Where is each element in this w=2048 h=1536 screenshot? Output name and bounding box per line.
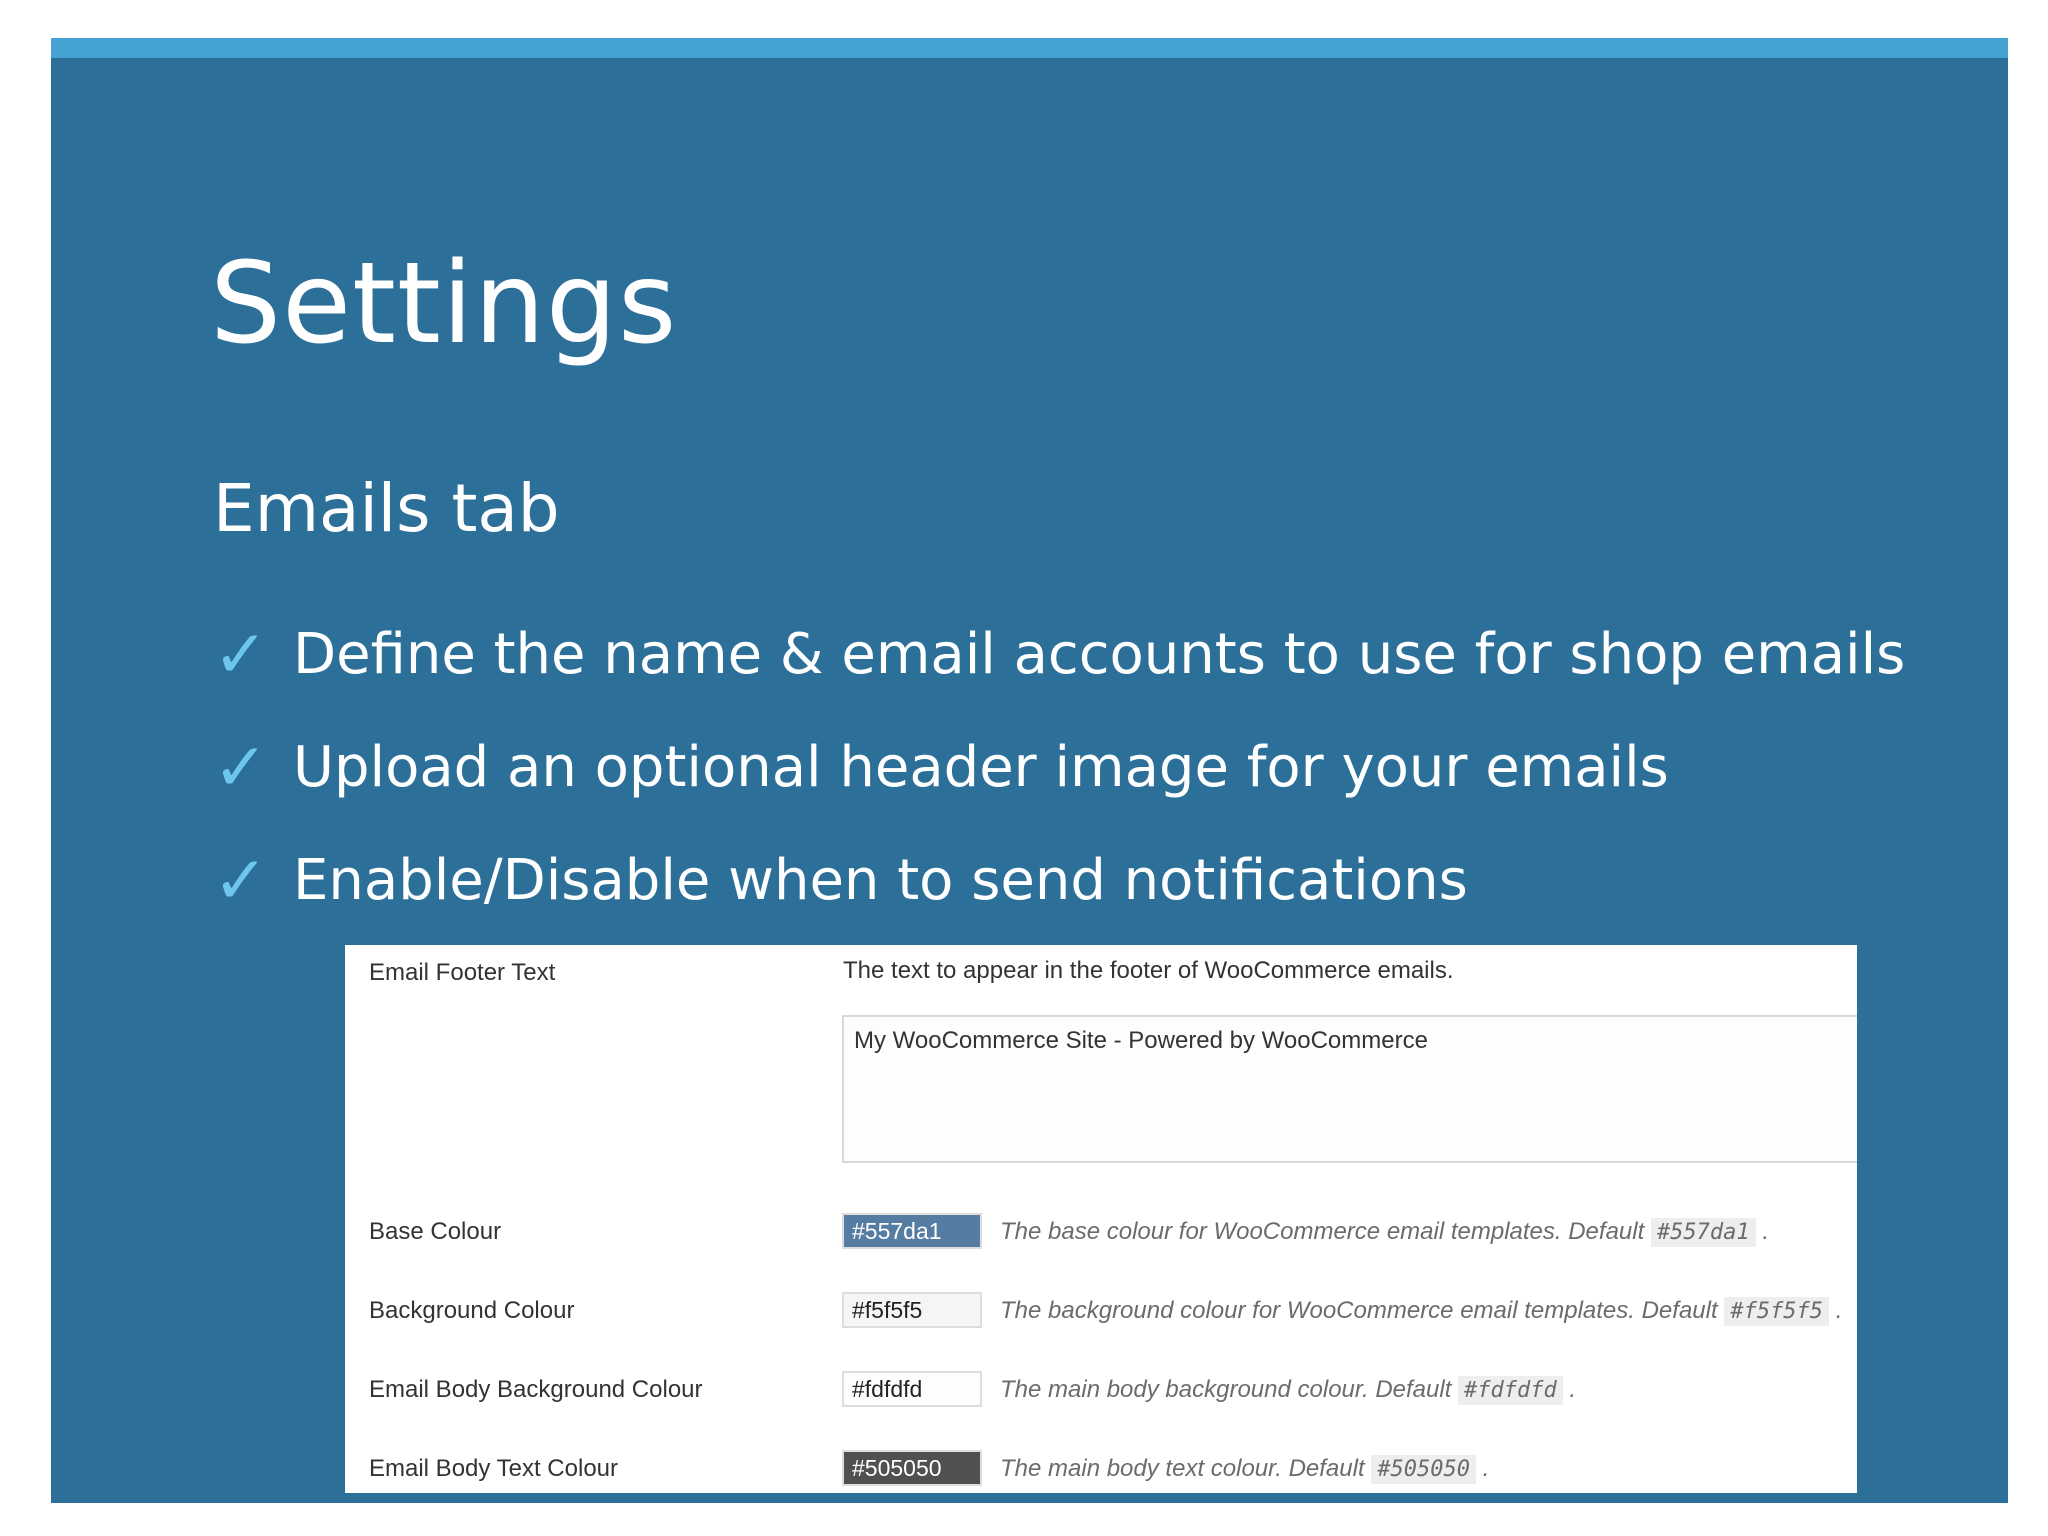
checkmark-icon: ✓ — [213, 728, 269, 806]
checkmark-icon: ✓ — [213, 615, 269, 693]
slide: Settings Emails tab ✓ Define the name & … — [51, 38, 2008, 1503]
slide-subtitle: Emails tab — [213, 470, 560, 547]
default-value-code: #557da1 — [1650, 1218, 1756, 1247]
body-text-colour-description: The main body text colour. Default #5050… — [1000, 1455, 1490, 1484]
default-value-code: #f5f5f5 — [1724, 1297, 1830, 1326]
footer-text-help: The text to appear in the footer of WooC… — [843, 957, 1454, 984]
background-colour-label: Background Colour — [369, 1297, 575, 1324]
bullet-text: Define the name & email accounts to use … — [293, 622, 1906, 687]
footer-text-label: Email Footer Text — [369, 959, 556, 986]
base-colour-input[interactable]: #557da1 — [842, 1213, 982, 1249]
bullet-text: Upload an optional header image for your… — [293, 735, 1669, 800]
body-text-colour-input[interactable]: #505050 — [842, 1450, 982, 1486]
body-text-colour-label: Email Body Text Colour — [369, 1455, 618, 1482]
checkmark-icon: ✓ — [213, 841, 269, 919]
body-background-colour-description: The main body background colour. Default… — [1000, 1376, 1577, 1405]
description-text: The main body text colour. Default — [1000, 1455, 1365, 1482]
bullet-item: ✓ Upload an optional header image for yo… — [213, 711, 1905, 824]
slide-top-bar — [51, 38, 2008, 58]
settings-screenshot: Email Footer Text The text to appear in … — [345, 945, 1857, 1493]
footer-text-textarea[interactable]: My WooCommerce Site - Powered by WooComm… — [842, 1015, 1857, 1163]
bullet-item: ✓ Enable/Disable when to send notificati… — [213, 824, 1905, 937]
bullet-list: ✓ Define the name & email accounts to us… — [213, 598, 1905, 937]
default-value-code: #505050 — [1371, 1455, 1477, 1484]
body-background-colour-input[interactable]: #fdfdfd — [842, 1371, 982, 1407]
default-value-code: #fdfdfd — [1458, 1376, 1563, 1405]
slide-title: Settings — [210, 239, 678, 369]
description-text: The main body background colour. Default — [1000, 1376, 1452, 1403]
background-colour-input[interactable]: #f5f5f5 — [842, 1292, 982, 1328]
description-text: The background colour for WooCommerce em… — [1000, 1297, 1718, 1324]
description-text: The base colour for WooCommerce email te… — [1000, 1218, 1645, 1245]
bullet-item: ✓ Define the name & email accounts to us… — [213, 598, 1905, 711]
bullet-text: Enable/Disable when to send notification… — [293, 848, 1468, 913]
background-colour-description: The background colour for WooCommerce em… — [1000, 1297, 1843, 1326]
body-background-colour-label: Email Body Background Colour — [369, 1376, 703, 1403]
base-colour-description: The base colour for WooCommerce email te… — [1000, 1218, 1769, 1247]
base-colour-label: Base Colour — [369, 1218, 502, 1245]
